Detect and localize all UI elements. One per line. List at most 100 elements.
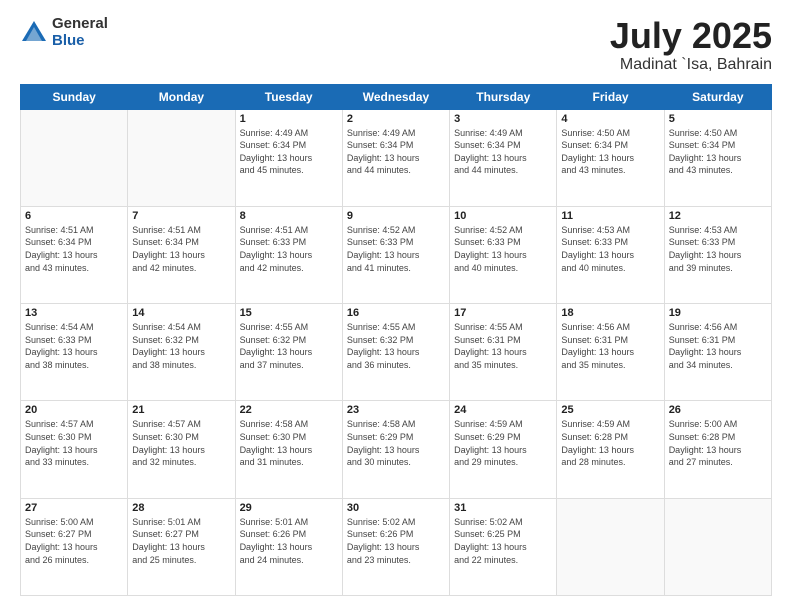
calendar-cell: 26 Sunrise: 5:00 AM Sunset: 6:28 PM Dayli… xyxy=(664,401,771,498)
calendar-cell: 6Sunrise: 4:51 AM Sunset: 6:34 PM Daylig… xyxy=(21,206,128,303)
calendar-cell xyxy=(664,498,771,595)
day-info: Sunrise: 4:59 AM Sunset: 6:29 PM Dayligh… xyxy=(454,418,552,468)
day-number: 13 xyxy=(25,307,123,319)
day-number: 26 xyxy=(669,404,767,416)
day-number: 9 xyxy=(347,210,445,222)
calendar-cell: 7Sunrise: 4:51 AM Sunset: 6:34 PM Daylig… xyxy=(128,206,235,303)
calendar-cell: 20 Sunrise: 4:57 AM Sunset: 6:30 PM Dayli… xyxy=(21,401,128,498)
calendar-cell: 3 Sunrise: 4:49 AM Sunset: 6:34 PM Daylig… xyxy=(450,109,557,206)
day-info: Sunrise: 4:49 AM Sunset: 6:34 PM Dayligh… xyxy=(240,127,338,177)
day-info: Sunrise: 4:49 AM Sunset: 6:34 PM Dayligh… xyxy=(454,127,552,177)
weekday-header: Tuesday xyxy=(235,84,342,109)
weekday-header: Monday xyxy=(128,84,235,109)
day-info: Sunrise: 4:50 AM Sunset: 6:34 PM Dayligh… xyxy=(561,127,659,177)
day-number: 30 xyxy=(347,502,445,514)
calendar-cell: 5 Sunrise: 4:50 AM Sunset: 6:34 PM Daylig… xyxy=(664,109,771,206)
day-number: 15 xyxy=(240,307,338,319)
day-number: 2 xyxy=(347,113,445,125)
day-number: 14 xyxy=(132,307,230,319)
day-info: Sunrise: 4:58 AM Sunset: 6:29 PM Dayligh… xyxy=(347,418,445,468)
day-info: Sunrise: 4:54 AM Sunset: 6:32 PM Dayligh… xyxy=(132,321,230,371)
day-number: 24 xyxy=(454,404,552,416)
calendar-cell xyxy=(128,109,235,206)
weekday-header: Friday xyxy=(557,84,664,109)
logo-blue: Blue xyxy=(52,33,108,50)
calendar-cell: 28 Sunrise: 5:01 AM Sunset: 6:27 PM Dayli… xyxy=(128,498,235,595)
weekday-header: Thursday xyxy=(450,84,557,109)
calendar-cell: 30Sunrise: 5:02 AM Sunset: 6:26 PM Dayli… xyxy=(342,498,449,595)
day-number: 8 xyxy=(240,210,338,222)
calendar-cell: 19Sunrise: 4:56 AM Sunset: 6:31 PM Dayli… xyxy=(664,304,771,401)
day-number: 3 xyxy=(454,113,552,125)
calendar-cell: 31 Sunrise: 5:02 AM Sunset: 6:25 PM Dayli… xyxy=(450,498,557,595)
calendar-body: 1 Sunrise: 4:49 AM Sunset: 6:34 PM Daylig… xyxy=(21,109,772,595)
day-number: 17 xyxy=(454,307,552,319)
day-info: Sunrise: 4:50 AM Sunset: 6:34 PM Dayligh… xyxy=(669,127,767,177)
day-number: 4 xyxy=(561,113,659,125)
day-number: 27 xyxy=(25,502,123,514)
calendar-table: SundayMondayTuesdayWednesdayThursdayFrid… xyxy=(20,84,772,596)
calendar-week-row: 6Sunrise: 4:51 AM Sunset: 6:34 PM Daylig… xyxy=(21,206,772,303)
logo-text: General Blue xyxy=(52,16,108,49)
calendar-cell: 23 Sunrise: 4:58 AM Sunset: 6:29 PM Dayli… xyxy=(342,401,449,498)
calendar-cell: 9 Sunrise: 4:52 AM Sunset: 6:33 PM Daylig… xyxy=(342,206,449,303)
day-number: 25 xyxy=(561,404,659,416)
day-info: Sunrise: 5:01 AM Sunset: 6:27 PM Dayligh… xyxy=(132,516,230,566)
logo: General Blue xyxy=(20,16,108,49)
day-number: 5 xyxy=(669,113,767,125)
calendar-cell: 18 Sunrise: 4:56 AM Sunset: 6:31 PM Dayli… xyxy=(557,304,664,401)
day-info: Sunrise: 4:55 AM Sunset: 6:32 PM Dayligh… xyxy=(240,321,338,371)
day-info: Sunrise: 4:57 AM Sunset: 6:30 PM Dayligh… xyxy=(25,418,123,468)
weekday-header-row: SundayMondayTuesdayWednesdayThursdayFrid… xyxy=(21,84,772,109)
calendar-cell: 14 Sunrise: 4:54 AM Sunset: 6:32 PM Dayli… xyxy=(128,304,235,401)
calendar-cell: 4 Sunrise: 4:50 AM Sunset: 6:34 PM Daylig… xyxy=(557,109,664,206)
calendar-cell: 29Sunrise: 5:01 AM Sunset: 6:26 PM Dayli… xyxy=(235,498,342,595)
weekday-header: Sunday xyxy=(21,84,128,109)
day-number: 6 xyxy=(25,210,123,222)
day-info: Sunrise: 4:52 AM Sunset: 6:33 PM Dayligh… xyxy=(347,224,445,274)
calendar-cell: 2 Sunrise: 4:49 AM Sunset: 6:34 PM Daylig… xyxy=(342,109,449,206)
day-number: 23 xyxy=(347,404,445,416)
calendar-cell xyxy=(557,498,664,595)
calendar-week-row: 20 Sunrise: 4:57 AM Sunset: 6:30 PM Dayli… xyxy=(21,401,772,498)
calendar-cell: 15 Sunrise: 4:55 AM Sunset: 6:32 PM Dayli… xyxy=(235,304,342,401)
title-block: July 2025 Madinat `Isa, Bahrain xyxy=(610,16,772,74)
calendar-cell: 1 Sunrise: 4:49 AM Sunset: 6:34 PM Daylig… xyxy=(235,109,342,206)
day-number: 22 xyxy=(240,404,338,416)
weekday-header: Saturday xyxy=(664,84,771,109)
day-number: 20 xyxy=(25,404,123,416)
calendar-cell: 8 Sunrise: 4:51 AM Sunset: 6:33 PM Daylig… xyxy=(235,206,342,303)
day-number: 12 xyxy=(669,210,767,222)
day-number: 28 xyxy=(132,502,230,514)
day-number: 7 xyxy=(132,210,230,222)
day-info: Sunrise: 4:49 AM Sunset: 6:34 PM Dayligh… xyxy=(347,127,445,177)
calendar-cell: 13 Sunrise: 4:54 AM Sunset: 6:33 PM Dayli… xyxy=(21,304,128,401)
logo-icon xyxy=(20,19,48,47)
day-info: Sunrise: 4:53 AM Sunset: 6:33 PM Dayligh… xyxy=(669,224,767,274)
weekday-header: Wednesday xyxy=(342,84,449,109)
day-info: Sunrise: 4:52 AM Sunset: 6:33 PM Dayligh… xyxy=(454,224,552,274)
day-number: 29 xyxy=(240,502,338,514)
day-info: Sunrise: 4:56 AM Sunset: 6:31 PM Dayligh… xyxy=(561,321,659,371)
calendar-cell xyxy=(21,109,128,206)
calendar-cell: 10 Sunrise: 4:52 AM Sunset: 6:33 PM Dayli… xyxy=(450,206,557,303)
day-info: Sunrise: 4:53 AM Sunset: 6:33 PM Dayligh… xyxy=(561,224,659,274)
calendar-cell: 24 Sunrise: 4:59 AM Sunset: 6:29 PM Dayli… xyxy=(450,401,557,498)
day-number: 11 xyxy=(561,210,659,222)
day-info: Sunrise: 5:00 AM Sunset: 6:27 PM Dayligh… xyxy=(25,516,123,566)
day-info: Sunrise: 5:02 AM Sunset: 6:25 PM Dayligh… xyxy=(454,516,552,566)
day-info: Sunrise: 4:55 AM Sunset: 6:32 PM Dayligh… xyxy=(347,321,445,371)
calendar-cell: 12 Sunrise: 4:53 AM Sunset: 6:33 PM Dayli… xyxy=(664,206,771,303)
page: General Blue July 2025 Madinat `Isa, Bah… xyxy=(0,0,792,612)
day-number: 31 xyxy=(454,502,552,514)
day-info: Sunrise: 4:55 AM Sunset: 6:31 PM Dayligh… xyxy=(454,321,552,371)
day-info: Sunrise: 4:54 AM Sunset: 6:33 PM Dayligh… xyxy=(25,321,123,371)
day-number: 1 xyxy=(240,113,338,125)
day-number: 10 xyxy=(454,210,552,222)
day-number: 16 xyxy=(347,307,445,319)
calendar-week-row: 13 Sunrise: 4:54 AM Sunset: 6:33 PM Dayli… xyxy=(21,304,772,401)
calendar-cell: 16 Sunrise: 4:55 AM Sunset: 6:32 PM Dayli… xyxy=(342,304,449,401)
day-number: 18 xyxy=(561,307,659,319)
day-info: Sunrise: 5:00 AM Sunset: 6:28 PM Dayligh… xyxy=(669,418,767,468)
day-info: Sunrise: 4:51 AM Sunset: 6:33 PM Dayligh… xyxy=(240,224,338,274)
